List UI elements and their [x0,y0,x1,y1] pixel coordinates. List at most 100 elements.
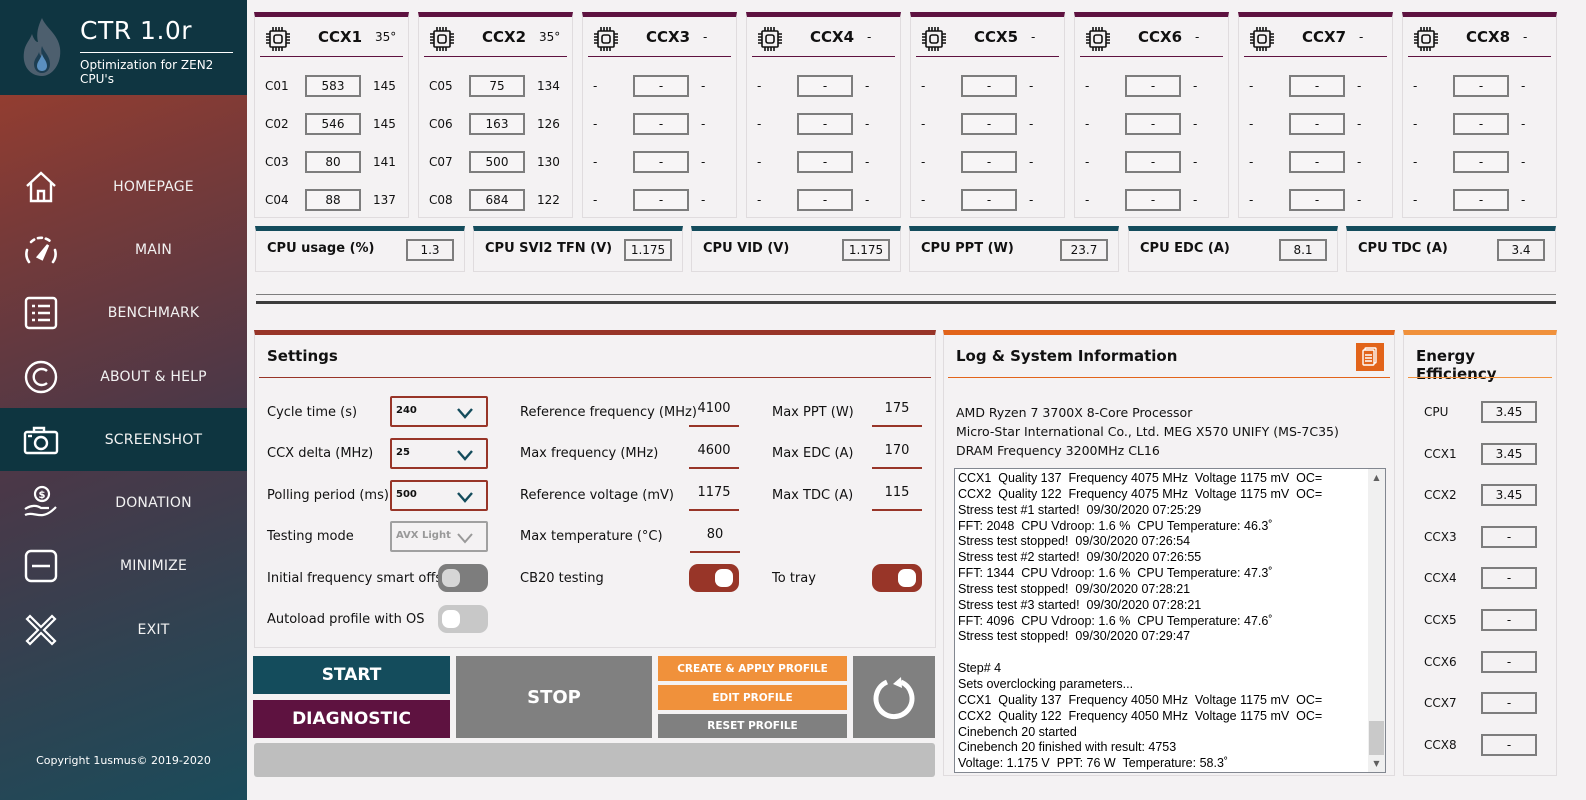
metric-value: 8.1 [1279,239,1327,261]
cpu-chip-icon [756,25,784,53]
log-line: Stress test #3 started! 09/30/2020 07:28… [958,597,1202,612]
sidebar-item-label: MINIMIZE [119,558,188,575]
energy-label: CCX3 [1424,529,1457,544]
toggle-knob [442,569,460,587]
metric-label: CPU PPT (W) [921,241,1014,256]
ccx-name: CCX1 [318,28,363,46]
start-button[interactable]: START [253,656,450,694]
toggle-knob [898,569,916,587]
metric-card: CPU PPT (W) 23.7 [909,226,1119,272]
scroll-down-icon[interactable]: ▼ [1368,755,1385,772]
max-temp-input[interactable]: 80 [690,523,740,553]
max-tdc-input[interactable]: 115 [872,481,922,511]
core-value-box: 80 [305,151,361,173]
core-label: - [757,117,762,131]
sidebar-item-donation[interactable]: $ DONATION [0,471,247,534]
max-freq-input[interactable]: 4600 [689,439,739,469]
core-value-box: - [961,151,1017,173]
sidebar-item-homepage[interactable]: HOMEPAGE [0,155,247,218]
ccx-card-4: CCX4- - - - - - - - - - - - - [746,12,901,218]
max-ppt-input[interactable]: 175 [872,397,922,427]
copy-log-button[interactable] [1356,343,1384,371]
max-edc-label: Max EDC (A) [772,446,854,461]
core-label: - [1085,193,1090,207]
sidebar-item-screenshot[interactable]: SCREENSHOT [0,408,247,472]
core-value-box: - [1289,151,1345,173]
max-freq-label: Max frequency (MHz) [520,446,659,461]
polling-period-select[interactable]: 500 [390,480,488,511]
sidebar-item-exit[interactable]: EXIT [0,598,247,661]
ccx-temperature: 35° [375,30,397,44]
ccx-header: CCX1 35° [260,17,403,57]
sidebar-item-benchmark[interactable]: BENCHMARK [0,282,247,345]
scrollbar-thumb[interactable] [1369,721,1384,755]
autoload-toggle[interactable] [438,605,488,633]
core-quality: - [1521,155,1526,169]
max-ppt-label: Max PPT (W) [772,405,854,420]
ccx-header: CCX5- [916,17,1059,57]
ccx-delta-select[interactable]: 25 [390,438,488,469]
ccx-header: CCX2 35° [424,17,567,57]
flame-logo-icon [23,18,61,76]
sidebar-item-minimize[interactable]: MINIMIZE [0,535,247,598]
stop-button[interactable]: STOP [456,656,652,738]
to-tray-toggle[interactable] [872,564,922,592]
sidebar-item-label: EXIT [137,621,170,638]
core-row: --- [1403,113,1558,137]
core-value-box: - [1453,113,1509,135]
log-line: FFT: 1344 CPU Vdroop: 1.6 % CPU Temperat… [958,566,1273,581]
scroll-up-icon[interactable]: ▲ [1368,469,1385,486]
log-scrollbar[interactable]: ▲ ▼ [1368,469,1385,772]
metric-card: CPU SVI2 TFN (V) 1.175 [473,226,683,272]
cpu-chip-icon [264,25,292,53]
refresh-button[interactable] [853,656,935,738]
ccx-card-6: CCX6- - - - - - - - - - - - - [1074,12,1229,218]
log-line: Sets overclocking parameters... [958,676,1134,691]
reset-profile-button[interactable]: RESET PROFILE [658,714,847,738]
core-label: - [1249,193,1254,207]
core-value-box: 163 [469,113,525,135]
log-line: CCX2 Quality 122 Frequency 4075 MHz Volt… [958,486,1323,501]
metric-card: CPU TDC (A) 3.4 [1346,226,1556,272]
sidebar-item-about-help[interactable]: ABOUT & HELP [0,345,247,408]
metric-card: CPU EDC (A) 8.1 [1128,226,1338,272]
chevron-down-icon [457,408,473,419]
cb20-toggle[interactable] [689,564,739,592]
testing-mode-select[interactable]: AVX Light [390,521,488,552]
diagnostic-button[interactable]: DIAGNOSTIC [253,700,450,738]
donation-hand-icon: $ [22,484,60,522]
core-value-box: - [633,75,689,97]
core-row: C01 583 145 [255,75,410,99]
max-tdc-label: Max TDC (A) [772,488,854,503]
log-textbox[interactable]: CCX1 Quality 137 Frequency 4075 MHz Volt… [954,468,1386,773]
list-icon [22,294,60,332]
ccx-name: CCX4 [810,28,855,46]
polling-period-value: 500 [396,489,417,500]
core-quality: - [701,193,706,207]
core-quality: - [701,155,706,169]
log-line: FFT: 2048 CPU Vdroop: 1.6 % CPU Temperat… [958,518,1273,533]
energy-row: CCX6 - [1404,650,1558,673]
cycle-time-select[interactable]: 240 [390,396,488,427]
core-quality: 126 [537,117,560,131]
edit-profile-button[interactable]: EDIT PROFILE [658,685,847,710]
core-value-box: - [633,151,689,173]
core-value-box: 88 [305,189,361,211]
core-row: C02 546 145 [255,113,410,137]
ref-voltage-input[interactable]: 1175 [689,481,739,511]
sidebar-item-main[interactable]: MAIN [0,218,247,281]
ref-freq-input[interactable]: 4100 [689,397,739,427]
smart-offset-toggle[interactable] [438,564,488,592]
energy-value: - [1481,567,1537,590]
energy-row: CPU 3.45 [1404,401,1558,423]
max-edc-input[interactable]: 170 [872,439,922,469]
core-quality: - [1029,79,1034,93]
ccx-temperature: - [703,30,708,44]
ccx-card-3: CCX3- - - - - - - - - - - - - [582,12,737,218]
cb20-label: CB20 testing [520,571,604,586]
core-value-box: - [1453,189,1509,211]
create-apply-profile-button[interactable]: CREATE & APPLY PROFILE [658,656,847,681]
core-value-box: - [1453,151,1509,173]
core-label: - [1085,117,1090,131]
ccx-header: CCX6- [1080,17,1223,57]
